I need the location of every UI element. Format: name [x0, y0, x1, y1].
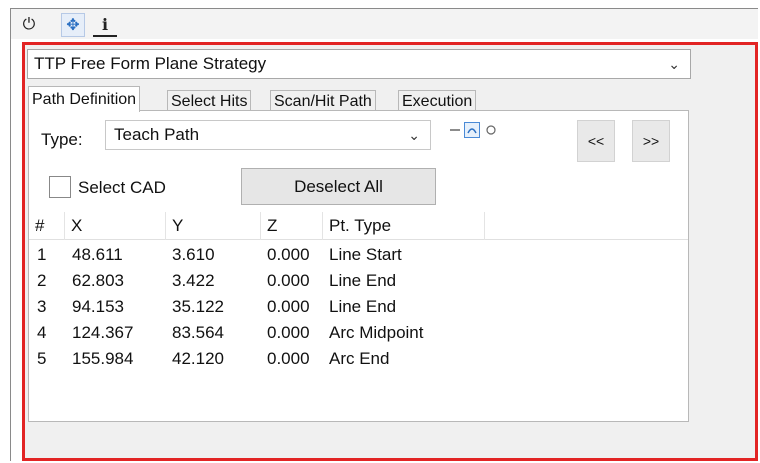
toolbar: ⏻ ✥ i [11, 9, 758, 39]
info-icon[interactable]: i [93, 13, 117, 37]
tab-path-definition[interactable]: Path Definition [28, 86, 141, 112]
power-icon[interactable]: ⏻ [17, 13, 41, 37]
move-icon[interactable]: ✥ [61, 13, 85, 37]
